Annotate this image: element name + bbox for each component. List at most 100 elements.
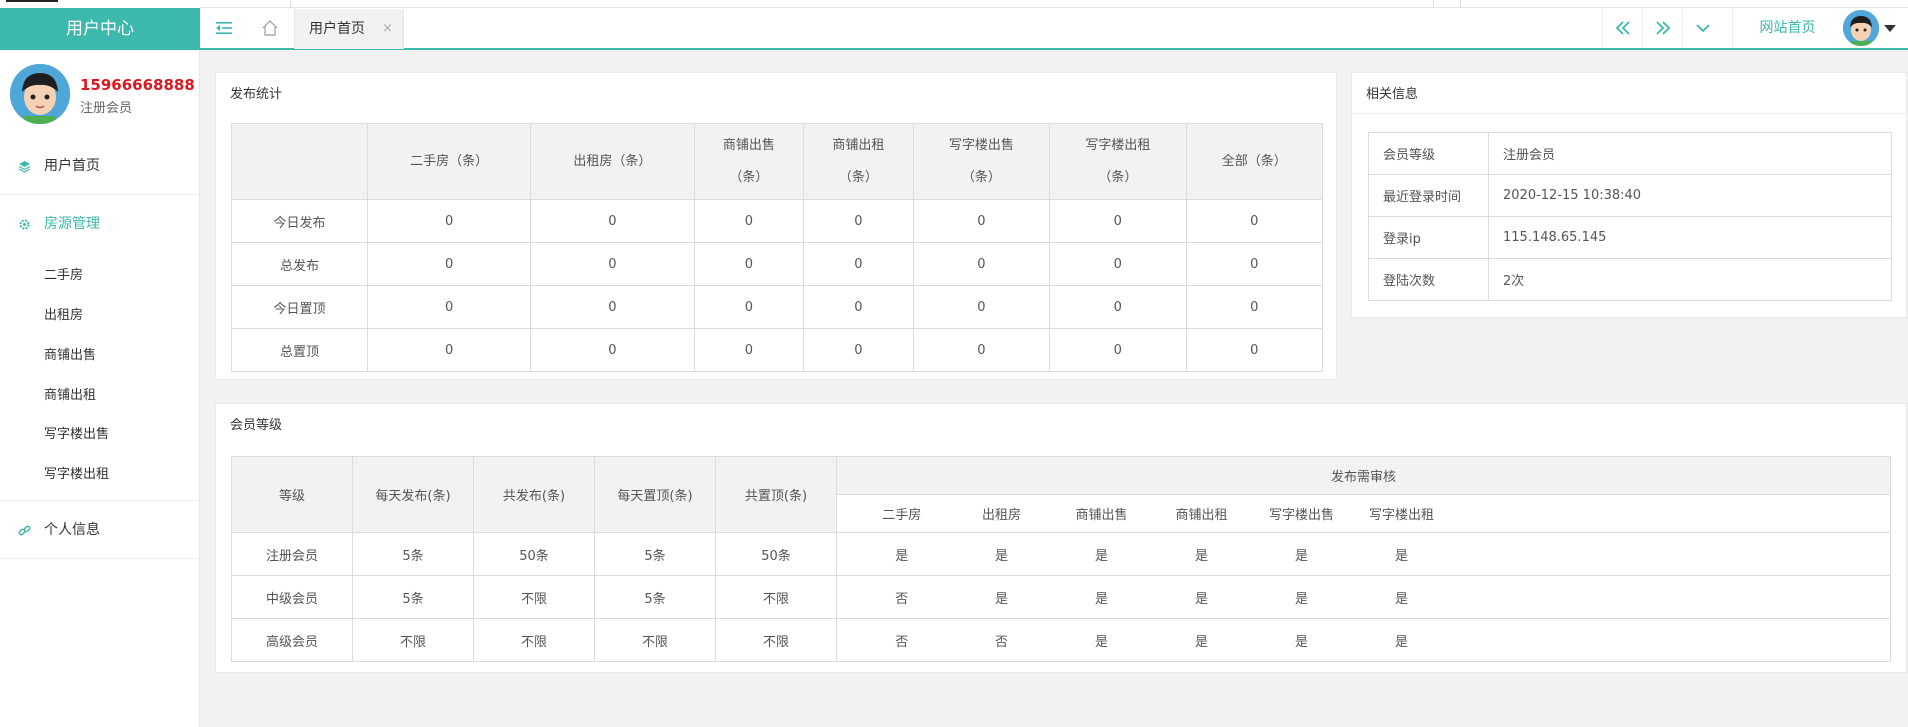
home-icon [262,20,278,36]
sidebar: 15966668888 注册会员 用户首页 房源管理 二手房 出租房 商铺出售 … [0,50,200,727]
table-cell: 0 [693,285,805,329]
table-cell: 0 [803,242,914,286]
table-cell: 否 [836,618,967,662]
table-header-cell: 等级 [231,456,353,533]
sidebar-subitem-second-hand[interactable]: 二手房 [44,266,83,286]
sidebar-subitem-shop-sale[interactable]: 商铺出售 [44,346,96,366]
table-cell: 注册会员 [231,532,353,576]
menu-fold-icon [216,22,232,34]
related-info-panel: 相关信息 会员等级 注册会员 最近登录时间 2020-12-15 10:38:4… [1351,72,1908,318]
info-value: 115.148.65.145 [1488,216,1892,259]
header-unit: （条） [838,169,878,185]
header-text: 写字楼出租 [1085,137,1151,153]
table-header-cell: 每天发布(条) [352,456,474,533]
table-cell: 是 [1036,532,1167,576]
sidebar-subitem-office-rent[interactable]: 写字楼出租 [44,465,109,485]
gear-icon [19,219,30,230]
table-cell: 0 [530,328,695,372]
table-cell: 0 [803,199,914,243]
member-levels-table: 等级 每天发布(条) 共发布(条) 每天置顶(条) 共置顶(条) 发布需审核 二… [231,456,1891,662]
info-value: 2次 [1488,258,1892,301]
table-header-cell: 出租房（条） [530,123,695,200]
tab-scroll-left-button[interactable] [1602,8,1642,48]
table-cell: 是 [966,575,1037,619]
table-header-cell: 写字楼出租 （条） [1049,123,1187,200]
table-row: 注册会员 5条 50条 5条 50条 是 是 是 是 是 是 [231,532,1891,576]
table-row: 今日发布 0 0 0 0 0 0 0 [231,199,1324,243]
header-unit: （条） [961,169,1001,185]
table-header-row: 等级 每天发布(条) 共发布(条) 每天置顶(条) 共置顶(条) 发布需审核 [231,456,1891,533]
caret-down-icon[interactable] [1884,25,1896,32]
site-home-link[interactable]: 网站首页 [1732,8,1842,48]
double-chevron-left-icon [1615,21,1630,35]
table-cell: 0 [693,242,805,286]
table-header-cell: 出租房 [966,494,1037,533]
table-cell: 不限 [352,618,474,662]
table-cell: 5条 [352,532,474,576]
table-cell: 是 [1166,575,1237,619]
header-text: 商铺出售 [722,137,775,153]
menu-collapse-button[interactable] [204,8,244,48]
table-cell: 0 [1185,242,1324,286]
divider [0,194,200,195]
member-levels-panel: 会员等级 等级 每天发布(条) 共发布(条) 每天置顶(条) 共置顶(条) 发布… [215,403,1907,673]
sidebar-subitem-rental[interactable]: 出租房 [44,306,83,326]
table-header-row: 二手房（条） 出租房（条） 商铺出售 （条） 商铺出租 （条） 写字楼出售 （条） 写… [231,123,1324,200]
table-cell: 0 [1049,328,1187,372]
table-cell: 50条 [473,532,595,576]
row-label: 今日发布 [231,199,368,243]
table-row: 登录ip 115.148.65.145 [1368,216,1892,259]
info-key: 登录ip [1368,216,1489,259]
tab-scroll-right-button[interactable] [1642,8,1682,48]
avatar [10,64,70,124]
table-cell: 0 [912,285,1051,329]
table-cell: 0 [530,285,695,329]
table-header-cell [231,123,368,200]
publish-stats-table: 二手房（条） 出租房（条） 商铺出售 （条） 商铺出租 （条） 写字楼出售 （条） 写… [231,123,1324,372]
table-row: 高级会员 不限 不限 不限 不限 否 否 是 是 是 是 [231,618,1891,662]
home-button[interactable] [250,8,290,48]
table-cell: 0 [912,199,1051,243]
user-profile: 15966668888 注册会员 [0,50,199,124]
avatar[interactable] [1843,10,1879,46]
top-strip [0,0,1908,8]
table-header-cell: 写字楼出售 （条） [912,123,1051,200]
table-cell: 不限 [715,618,837,662]
table-cell: 是 [836,532,967,576]
close-icon[interactable]: × [382,9,393,49]
sidebar-item-house-management[interactable]: 房源管理 [0,212,200,236]
table-row: 登陆次数 2次 [1368,258,1892,301]
sidebar-subitem-office-sale[interactable]: 写字楼出售 [44,425,109,445]
divider [0,558,200,559]
table-cell: 5条 [352,575,474,619]
table-cell: 是 [1366,575,1437,619]
user-role: 注册会员 [80,101,133,116]
top-strip-dash [6,0,58,2]
table-row: 总置顶 0 0 0 0 0 0 0 [231,328,1324,372]
table-cell: 否 [836,575,967,619]
tab-user-home[interactable]: 用户首页 × [294,9,404,49]
tab-options-button[interactable] [1682,8,1722,48]
sidebar-subitem-shop-rent[interactable]: 商铺出租 [44,386,96,406]
header-text: 商铺出租 [832,137,885,153]
table-cell: 是 [1036,618,1167,662]
avatar-image-icon [10,64,70,124]
panel-title: 发布统计 [230,87,283,102]
table-row: 最近登录时间 2020-12-15 10:38:40 [1368,174,1892,217]
table-header-cell: 共发布(条) [473,456,595,533]
panel-title: 会员等级 [230,418,283,433]
header-unit: （条） [1098,169,1138,185]
sidebar-item-label: 房源管理 [44,216,100,232]
sidebar-item-home[interactable]: 用户首页 [0,154,200,178]
table-cell: 0 [803,285,914,329]
table-cell: 0 [530,199,695,243]
info-key: 最近登录时间 [1368,174,1489,217]
table-row: 中级会员 5条 不限 5条 不限 否 是 是 是 是 是 [231,575,1891,619]
row-label: 总置顶 [231,328,368,372]
sidebar-item-label: 用户首页 [44,158,100,174]
sidebar-item-profile[interactable]: 个人信息 [0,518,200,542]
layers-icon [18,161,31,173]
header-text: 写字楼出售 [948,137,1014,153]
table-header-cell: 写字楼出售 [1236,494,1367,533]
table-cell: 0 [1185,285,1324,329]
